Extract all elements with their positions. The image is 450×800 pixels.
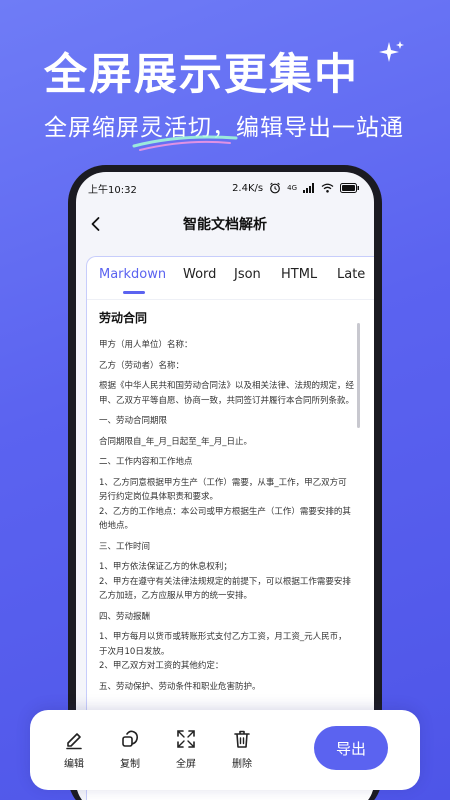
status-speed: 2.4K/s: [232, 182, 264, 194]
tab-markdown[interactable]: Markdown: [99, 267, 166, 282]
status-indicators: 2.4K/s 4G: [232, 182, 360, 194]
signal-label: 4G: [287, 184, 297, 192]
document-scrollbar[interactable]: [357, 323, 360, 428]
export-button[interactable]: 导出: [314, 726, 388, 770]
doc-paragraph: 1、甲方每月以货币或转账形式支付乙方工资，月工资_元人民币，于次月10日发放。 …: [99, 632, 347, 671]
sparkle-icon: [379, 41, 404, 62]
delete-label: 删除: [232, 759, 252, 770]
tab-html[interactable]: HTML: [281, 267, 317, 282]
tab-latex[interactable]: Late: [337, 267, 365, 282]
edit-button[interactable]: 编辑: [54, 728, 94, 770]
swoosh-decoration: [132, 135, 238, 151]
doc-section-heading: 一、劳动合同期限: [99, 416, 168, 426]
doc-paragraph: 1、乙方同意根据甲方生产（工作）需要，从事_工作，甲乙双方可另行约定岗位具体职责…: [99, 477, 351, 532]
delete-button[interactable]: 删除: [222, 728, 262, 770]
tab-json[interactable]: Json: [234, 267, 261, 282]
wifi-icon: [321, 183, 334, 193]
status-bar: 上午10:32 2.4K/s 4G: [76, 172, 374, 204]
copy-icon: [122, 730, 138, 747]
copy-label: 复制: [120, 759, 140, 770]
doc-paragraph: 甲方（用人单位）名称：: [99, 340, 193, 350]
tab-divider: [87, 299, 374, 300]
doc-section-heading: 二、工作内容和工作地点: [99, 457, 193, 467]
alarm-icon: [270, 182, 281, 194]
edit-pencil-icon: [66, 733, 82, 750]
format-tabs: Markdown Word Json HTML Late: [87, 257, 374, 297]
doc-paragraph: 1、甲方依法保证乙方的休息权利； 2、甲方在遵守有关法律法规规定的前提下，可以根…: [99, 562, 351, 601]
status-time: 上午10:32: [88, 184, 137, 196]
document-title: 劳动合同: [99, 311, 148, 325]
doc-section-heading: 五、劳动保护、劳动条件和职业危害防护。: [99, 681, 261, 692]
doc-paragraph: 根据《中华人民共和国劳动合同法》以及相关法律、法规的规定，经甲、乙双方平等自愿、…: [99, 381, 355, 406]
doc-paragraph: 乙方（劳动者）名称：: [99, 360, 185, 371]
fullscreen-button[interactable]: 全屏: [166, 728, 206, 770]
back-arrow-icon[interactable]: [86, 214, 106, 234]
promo-headline: 全屏展示更集中: [44, 50, 359, 100]
page-title: 智能文档解析: [183, 217, 267, 233]
doc-paragraph: 合同期限自_年_月_日起至_年_月_日止。: [99, 436, 253, 447]
bottom-toolbar: 编辑 复制 全屏 删除 导出: [30, 710, 420, 790]
copy-button[interactable]: 复制: [110, 728, 150, 770]
active-tab-indicator: [123, 291, 145, 294]
battery-icon: [340, 183, 359, 193]
cellular-signal-icon: [303, 183, 314, 193]
fullscreen-label: 全屏: [176, 759, 196, 770]
document-content: 劳动合同 甲方（用人单位）名称： 乙方（劳动者）名称： 根据《中华人民共和国劳动…: [99, 309, 355, 700]
doc-section-heading: 三、工作时间: [99, 541, 151, 552]
phone-screen: 上午10:32 2.4K/s 4G 智能文档解析 Markdown Word J…: [76, 172, 374, 800]
tab-word[interactable]: Word: [183, 267, 216, 282]
edit-label: 编辑: [64, 759, 84, 770]
doc-section-heading: 四、劳动报酬: [99, 611, 151, 622]
fullscreen-icon: [177, 730, 195, 748]
trash-icon: [234, 730, 250, 748]
nav-bar: 智能文档解析: [76, 204, 374, 244]
